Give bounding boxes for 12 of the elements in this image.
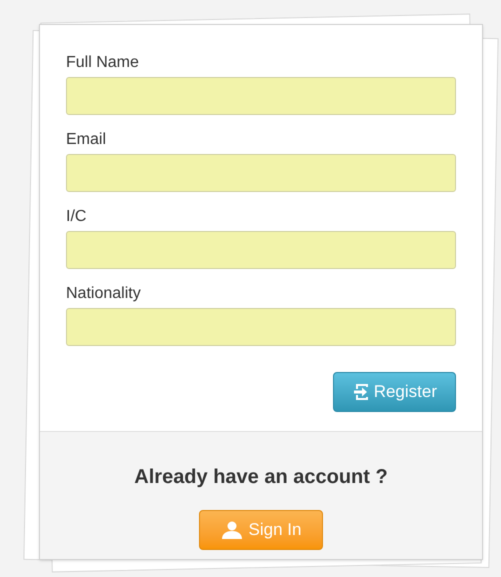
field-label: Nationality <box>66 284 142 304</box>
input-field[interactable] <box>66 231 456 269</box>
sign-in-button[interactable]: Sign In <box>199 510 323 550</box>
register-button[interactable]: Register <box>332 372 456 412</box>
input-field[interactable] <box>66 308 456 346</box>
field-label: Full Name <box>66 53 140 73</box>
account-prompt: Already have an account ? <box>134 465 388 490</box>
user-icon <box>220 521 243 539</box>
field-label: Email <box>66 130 108 150</box>
input-field[interactable] <box>66 77 456 115</box>
field-label: I/C <box>66 207 88 227</box>
input-field[interactable] <box>66 154 456 192</box>
